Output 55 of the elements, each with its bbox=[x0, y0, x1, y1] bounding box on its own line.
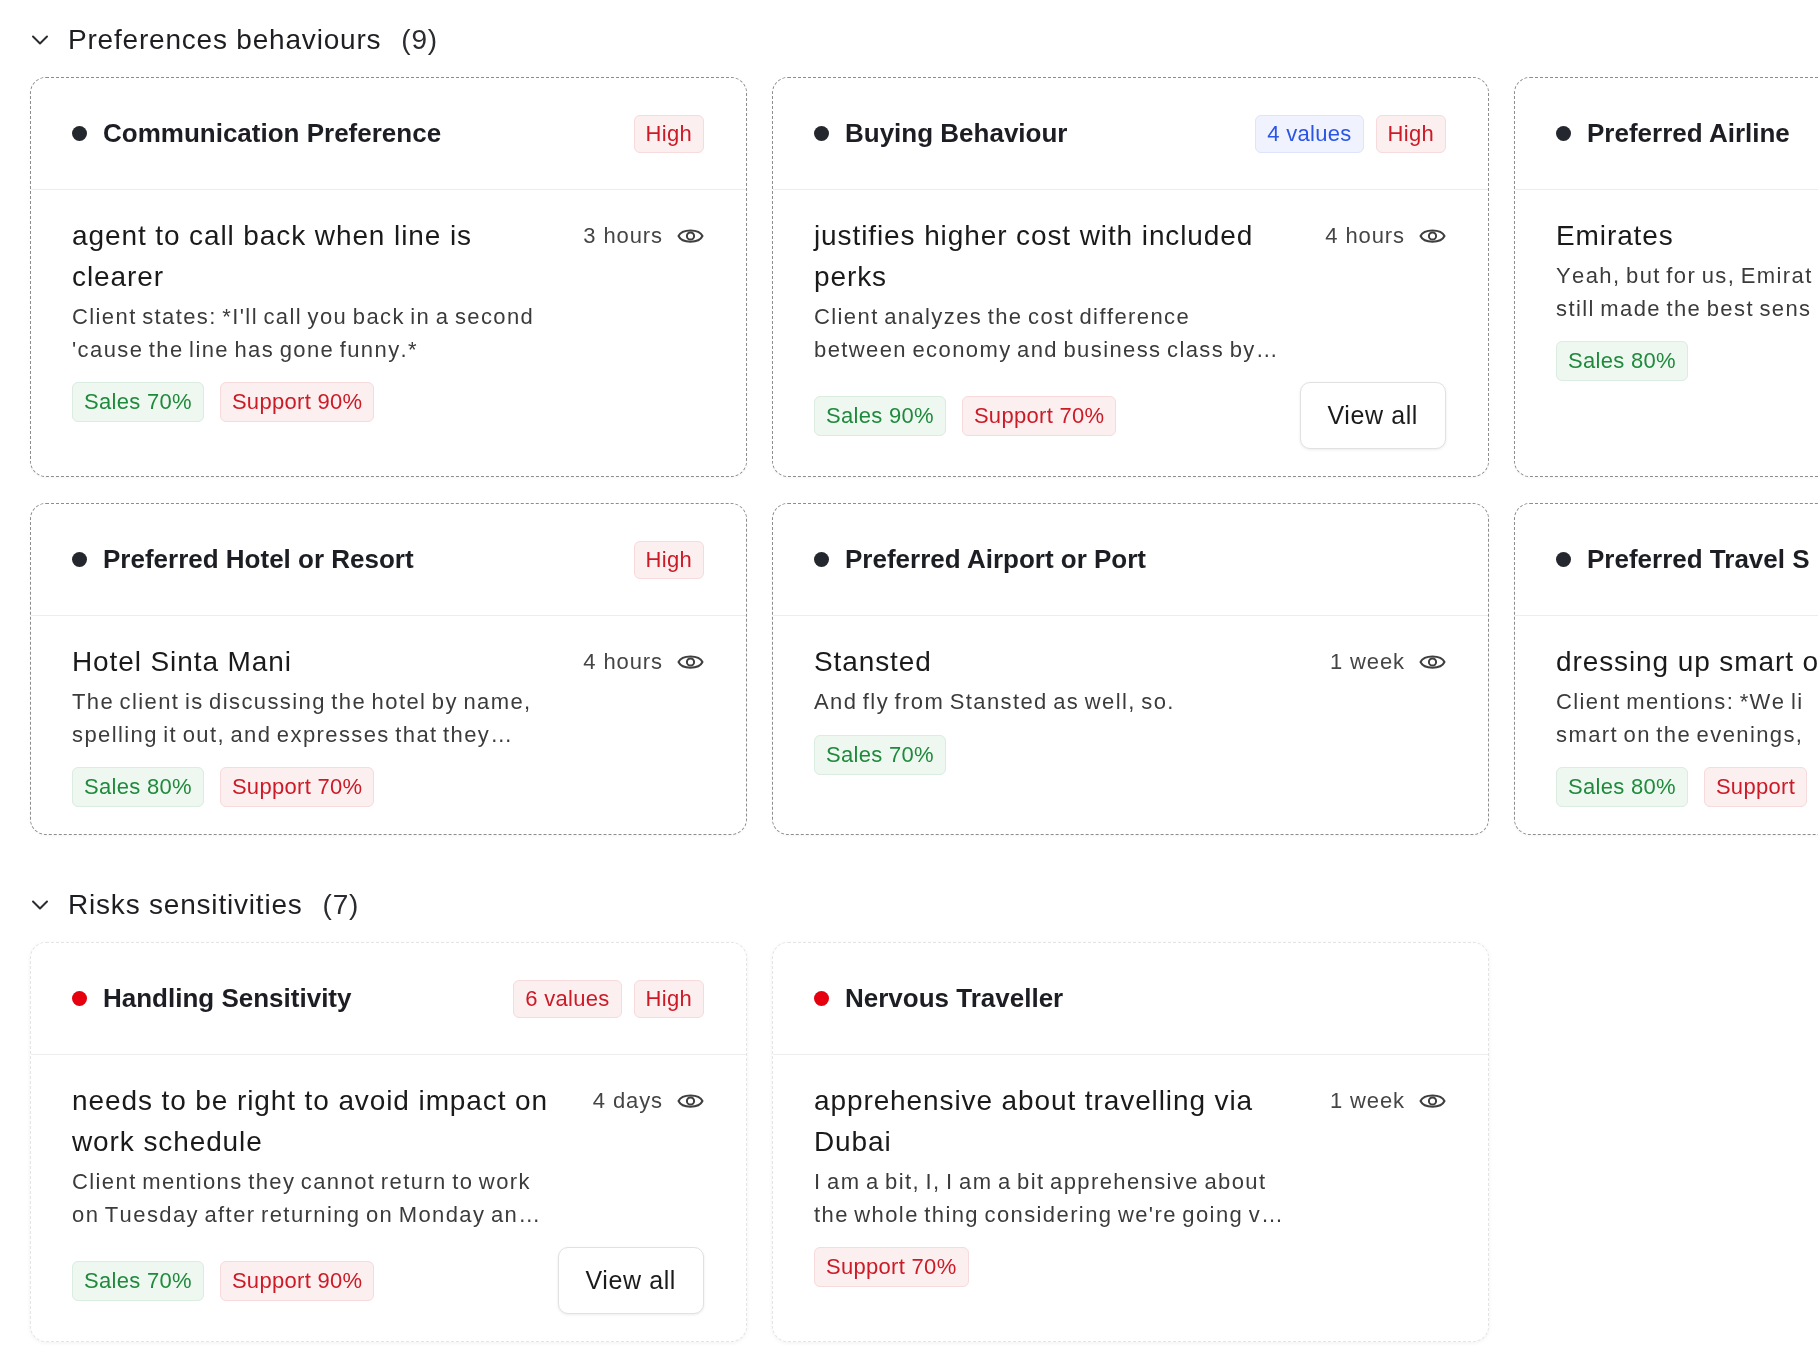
card-title: Preferred Hotel or Resort bbox=[103, 544, 415, 575]
card-badge: High bbox=[633, 114, 704, 153]
card-title: Communication Preference bbox=[103, 118, 443, 149]
card-title: Preferred Airport or Port bbox=[845, 544, 1147, 575]
value-title: needs to be right to avoid impact on work schedule bbox=[72, 1084, 549, 1159]
value-description: The client is discussing the hotel by name, spelling it out, and expresses that they… bbox=[72, 688, 533, 749]
value-title: Hotel Sinta Mani bbox=[72, 645, 293, 679]
score-tag: Support 90% bbox=[219, 1260, 375, 1301]
section-title: Risks sensitivities bbox=[68, 889, 303, 921]
score-tag: Support 70% bbox=[814, 1247, 969, 1287]
section-count: (9) bbox=[401, 24, 438, 56]
value-title: dressing up smart o bbox=[1556, 645, 1818, 679]
card-badge: 6 values bbox=[513, 979, 622, 1018]
score-tag: Sales 70% bbox=[72, 382, 204, 422]
value-description: Yeah, but for us, Emirat still made the best sens bbox=[1556, 262, 1814, 323]
score-tag: Support 70% bbox=[219, 767, 375, 807]
value-title: Stansted bbox=[814, 645, 933, 679]
card-title: Preferred Airline bbox=[1587, 118, 1791, 149]
value-description: Client mentions: *We li smart on the evenings, bbox=[1556, 688, 1805, 749]
score-tag: Sales 90% bbox=[814, 395, 946, 436]
value-title: apprehensive about travelling via Dubai bbox=[814, 1084, 1255, 1159]
score-tag: Sales 70% bbox=[72, 1260, 204, 1301]
score-tag: Sales 80% bbox=[72, 767, 204, 807]
score-tag: Support 90% bbox=[219, 382, 375, 422]
score-tag: Sales 70% bbox=[814, 734, 946, 775]
view-all-button[interactable]: View all bbox=[557, 1247, 704, 1314]
time-label: 1 week bbox=[1329, 648, 1405, 675]
section-count: (7) bbox=[322, 889, 360, 921]
time-label: 4 hours bbox=[583, 648, 663, 675]
card-title: Handling Sensitivity bbox=[103, 983, 353, 1014]
score-tag: Support bbox=[1703, 767, 1808, 807]
value-description: Client states: *I'll call you back in a second 'cause the line has gone funny.* bbox=[72, 303, 536, 364]
value-title: justifies higher cost with included perks bbox=[814, 219, 1255, 294]
value-title: agent to call back when line is clearer bbox=[72, 219, 473, 294]
value-description: Client mentions they cannot return to work on Tuesday after returning on Monday an… bbox=[72, 1168, 543, 1229]
time-label: 1 week bbox=[1329, 1087, 1405, 1114]
score-tag: Support 70% bbox=[961, 395, 1117, 436]
card-badge: High bbox=[633, 540, 704, 579]
card-badge: High bbox=[633, 979, 704, 1018]
card-title: Preferred Travel S bbox=[1587, 544, 1811, 575]
time-label: 4 days bbox=[592, 1087, 663, 1114]
score-tag: Sales 80% bbox=[1556, 341, 1688, 381]
card-badge: High bbox=[1375, 114, 1446, 153]
value-description: I am a bit, I, I am a bit apprehensive about the whole thing considering we're going v… bbox=[814, 1168, 1286, 1229]
card-title: Nervous Traveller bbox=[845, 983, 1065, 1014]
value-description: Client analyzes the cost difference between economy and business class by… bbox=[814, 303, 1281, 364]
time-label: 4 hours bbox=[1325, 222, 1405, 249]
value-description: And fly from Stansted as well, so. bbox=[814, 688, 1176, 716]
card-title: Buying Behaviour bbox=[845, 118, 1069, 149]
section-title: Preferences behaviours bbox=[68, 24, 382, 56]
time-label: 3 hours bbox=[583, 222, 663, 249]
view-all-button[interactable]: View all bbox=[1299, 382, 1446, 449]
score-tag: Sales 80% bbox=[1556, 767, 1688, 807]
value-title: Emirates bbox=[1556, 219, 1675, 253]
card-badge: 4 values bbox=[1255, 114, 1364, 153]
